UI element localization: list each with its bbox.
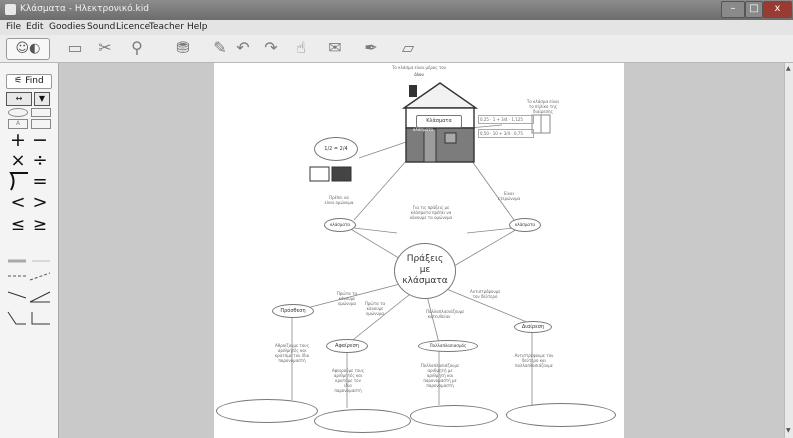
maximize-button[interactable]: □ bbox=[745, 1, 763, 18]
magnifier-icon[interactable]: ⚲ bbox=[124, 38, 150, 58]
app-icon bbox=[5, 4, 16, 15]
edge-text-mul: Πολλαπλασιάζουμε κατευθείαν bbox=[426, 309, 465, 319]
subtraction-example-ellipse[interactable] bbox=[314, 409, 411, 433]
menu-goodies[interactable]: Goodies bbox=[49, 22, 85, 32]
middle-text: Για τις πράξεις με κλάσματα πρέπει να κά… bbox=[409, 205, 453, 220]
center-node[interactable]: Πράξεις με κλάσματα bbox=[394, 243, 456, 299]
vertical-scrollbar[interactable]: ▲ ▼ bbox=[784, 63, 793, 438]
minimize-button[interactable]: – bbox=[721, 1, 745, 18]
thick-line-shape bbox=[8, 259, 50, 263]
menu-licence[interactable]: Licence bbox=[116, 22, 150, 32]
dashed-line-tool[interactable] bbox=[6, 268, 52, 282]
dropdown-arrow-icon[interactable]: ▼ bbox=[34, 92, 50, 106]
edge-text-add: Πρώτα τα κάνουμε ομώνυμα bbox=[336, 291, 358, 306]
title-bar: Κλάσματα - Ηλεκτρονικό.kid – □ x bbox=[0, 0, 793, 20]
dashed-line-shape bbox=[8, 272, 51, 281]
find-button[interactable]: ⚟ Find bbox=[6, 74, 52, 89]
greater-than-symbol[interactable]: > bbox=[31, 192, 49, 213]
long-division-icon[interactable] bbox=[8, 171, 30, 191]
text-box-button[interactable]: A bbox=[8, 119, 28, 129]
multiplication-example-ellipse[interactable] bbox=[410, 405, 498, 427]
minus-symbol[interactable]: − bbox=[31, 129, 49, 151]
plus-symbol[interactable]: + bbox=[9, 129, 27, 151]
find-label: Find bbox=[25, 76, 44, 86]
scroll-up-icon[interactable]: ▲ bbox=[786, 65, 791, 72]
house-small-label: κλάσματα bbox=[412, 127, 434, 132]
pen-icon[interactable]: ✒ bbox=[356, 38, 386, 58]
move-arrows-icon[interactable]: ↔ bbox=[6, 92, 32, 106]
book-icon[interactable]: ▱ bbox=[392, 38, 424, 58]
menu-file[interactable]: File bbox=[6, 22, 21, 32]
divide-symbol[interactable]: ÷ bbox=[31, 150, 49, 171]
symbol-palette: ⚟ Find ↔ ▼ A + − × ÷ = < > ≤ ≥ bbox=[0, 63, 59, 438]
addition-note: Αθροίζουμε τους αριθμητές και κρατάμε το… bbox=[274, 343, 310, 363]
ellipse-shape-icon[interactable] bbox=[8, 108, 28, 117]
rectangle-shape-icon[interactable] bbox=[31, 108, 51, 117]
addition-example-ellipse[interactable] bbox=[216, 399, 318, 423]
face-icon[interactable]: ☺◐ bbox=[6, 38, 50, 60]
pencil-icon[interactable]: ✎ bbox=[210, 38, 230, 58]
less-equal-symbol[interactable]: ≤ bbox=[9, 215, 27, 235]
menu-teacher[interactable]: Teacher bbox=[149, 22, 184, 32]
addition-node[interactable]: Πρόσθεση bbox=[272, 304, 314, 318]
top-caption-2: όλου bbox=[414, 72, 424, 77]
thick-line-tool[interactable] bbox=[6, 249, 52, 263]
find-icon: ⚟ bbox=[14, 76, 23, 86]
subtraction-node[interactable]: Αφαίρεση bbox=[326, 339, 368, 353]
scissors-icon[interactable]: ✂ bbox=[92, 38, 118, 58]
times-symbol[interactable]: × bbox=[9, 150, 27, 171]
hand-icon[interactable]: ☝ bbox=[290, 38, 312, 58]
multiplication-note: Πολλαπλασιάζουμε αριθμητή με αριθμητή κα… bbox=[420, 363, 460, 388]
equation-box-1[interactable]: 0.25 · 1 + 3/4 · 1,125 bbox=[478, 115, 534, 124]
equals-symbol[interactable]: = bbox=[31, 171, 49, 192]
greater-equal-symbol[interactable]: ≥ bbox=[31, 215, 49, 235]
menu-help[interactable]: Help bbox=[187, 22, 208, 32]
paint-bucket-icon[interactable]: ⛃ bbox=[170, 38, 196, 58]
long-division-shape bbox=[9, 172, 28, 191]
less-than-symbol[interactable]: < bbox=[9, 192, 27, 213]
right-edge-text: Είναι ετερώνυμα bbox=[497, 191, 521, 201]
division-example-ellipse[interactable] bbox=[506, 403, 616, 427]
concept-map-canvas[interactable]: Το κλάσμα είναι μέρος του όλου Κλάσματα … bbox=[214, 63, 624, 438]
fraction-equality-node[interactable]: 1/2 = 2/4 bbox=[314, 137, 358, 161]
quotient-note: Το κλάσμα είναι το πηλίκο της διαίρεσης bbox=[526, 99, 560, 114]
angle-line-shape bbox=[7, 291, 51, 303]
edge-text-sub: Πρώτα τα κάνουμε ομώνυμα bbox=[364, 301, 386, 316]
picture-frame-icon[interactable]: ▭ bbox=[62, 38, 88, 58]
scroll-down-icon[interactable]: ▼ bbox=[786, 427, 791, 434]
left-edge-text: Πρέπει να είναι ομώνυμα bbox=[324, 195, 354, 205]
multiplication-node[interactable]: Πολλαπλασιασμός bbox=[418, 340, 478, 352]
angle-line-tool[interactable] bbox=[6, 288, 52, 304]
menu-edit[interactable]: Edit bbox=[26, 22, 43, 32]
redo-icon[interactable]: ↷ bbox=[258, 38, 284, 58]
center-line-1: Πράξεις bbox=[406, 254, 444, 264]
connector-line-shape bbox=[7, 311, 50, 325]
menu-bar: File Edit Goodies Sound Licence Teacher … bbox=[0, 20, 793, 35]
close-button[interactable]: x bbox=[763, 1, 792, 18]
right-fraction-node[interactable]: κλάσματα bbox=[509, 218, 541, 232]
division-node[interactable]: Διαίρεση bbox=[514, 321, 552, 333]
blank-box-button[interactable] bbox=[31, 119, 51, 129]
toolbar: ☺◐ ▭ ✂ ⚲ ⛃ ✎ ↶ ↷ ☝ ✉ ✒ ▱ bbox=[0, 35, 793, 63]
menu-sound[interactable]: Sound bbox=[87, 22, 115, 32]
edge-text-div: Αντιστρέφουμε τον δεύτερο bbox=[470, 289, 501, 299]
division-note: Αντιστρέφουμε τον δεύτερο και πολλαπλασι… bbox=[514, 353, 554, 368]
window-title: Κλάσματα - Ηλεκτρονικό.kid bbox=[20, 4, 149, 14]
connector-line-tool[interactable] bbox=[6, 310, 52, 328]
left-fraction-node[interactable]: κλάσματα bbox=[324, 218, 356, 232]
fraction-box-white bbox=[309, 166, 330, 182]
fraction-box-dark bbox=[331, 166, 352, 182]
top-caption: Το κλάσμα είναι μέρος του bbox=[391, 65, 446, 70]
subtraction-note: Αφαιρούμε τους αριθμητές και κρατάμε τον… bbox=[331, 368, 365, 393]
center-line-2: με bbox=[419, 265, 431, 275]
equation-box-2[interactable]: 0,50 · 10 + 3/4 · 0,75 bbox=[478, 129, 534, 138]
undo-icon[interactable]: ↶ bbox=[230, 38, 256, 58]
envelope-icon[interactable]: ✉ bbox=[320, 38, 350, 58]
center-line-3: κλάσματα bbox=[402, 276, 448, 286]
